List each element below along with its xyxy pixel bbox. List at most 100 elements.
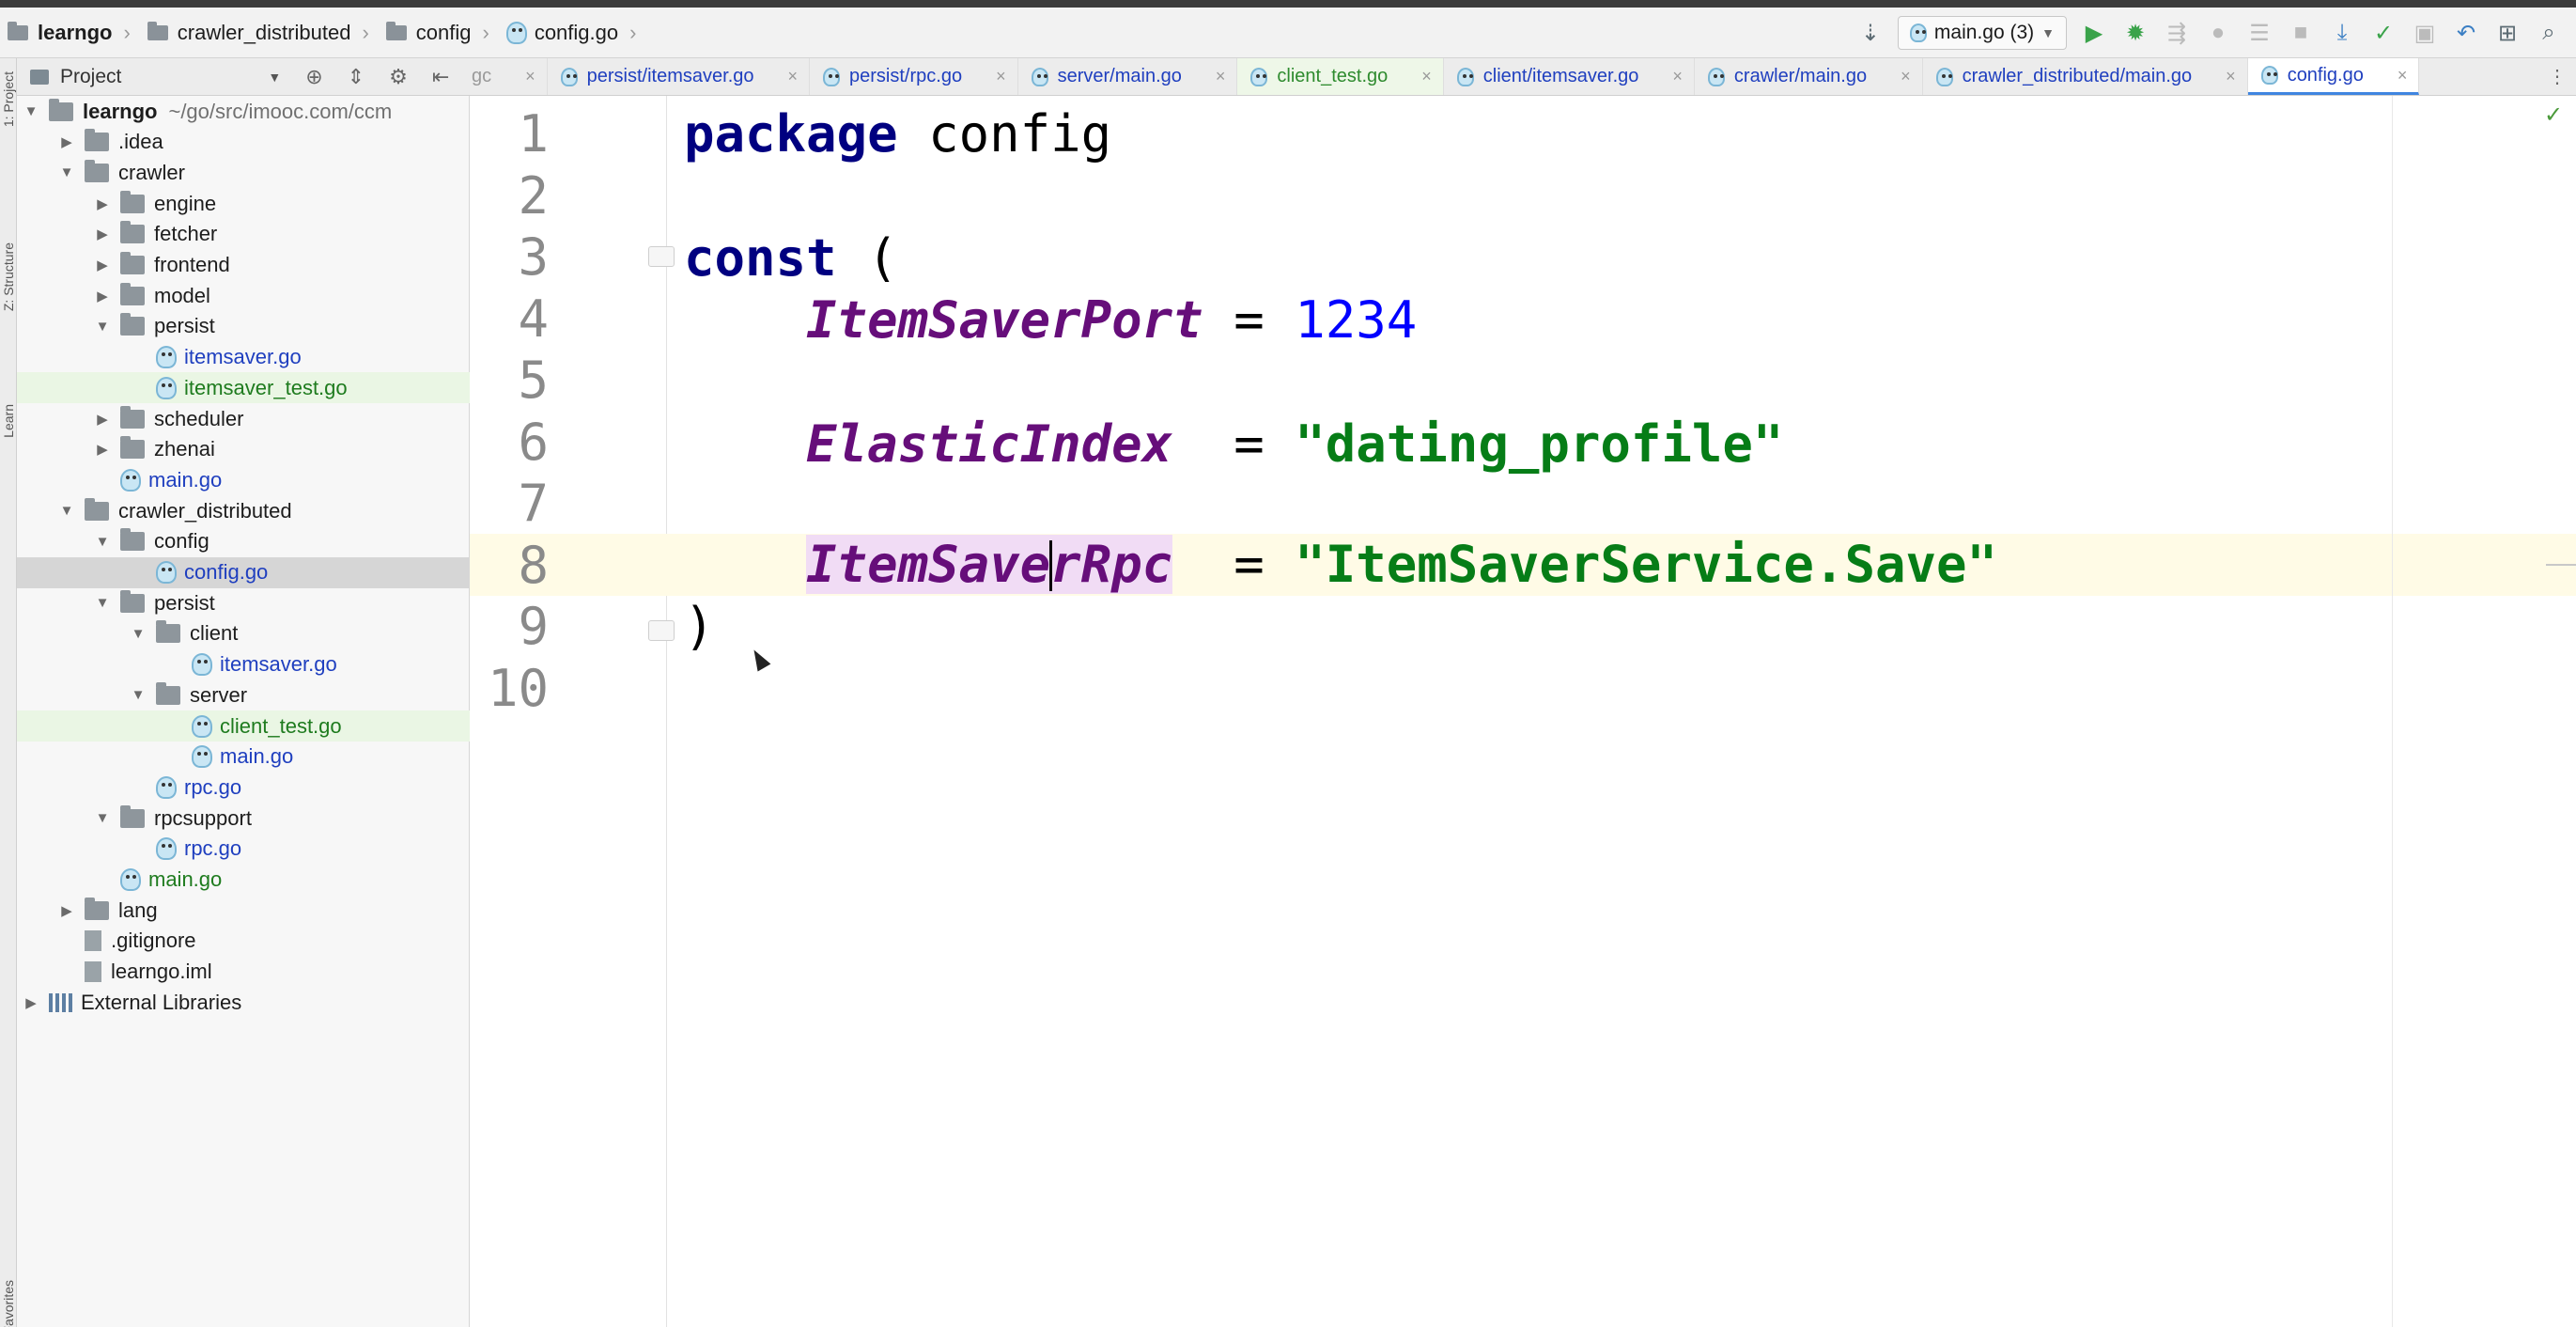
build-icon[interactable]: ⇣ [1856, 19, 1885, 47]
code-line-6[interactable]: ElasticIndex = "dating_profile" [684, 414, 1783, 476]
tree-item[interactable]: rpc.go [17, 834, 470, 865]
tree-item[interactable]: config.go [17, 556, 470, 588]
learn-tool-button[interactable]: Learn [1, 404, 16, 438]
tree-item[interactable]: ▶ lang [17, 895, 470, 926]
tree-item[interactable]: ▶ fetcher [17, 219, 470, 250]
close-icon[interactable]: × [1901, 67, 1911, 86]
editor-tab[interactable]: gc × [470, 58, 548, 95]
collapsed-arrow-icon[interactable]: ▶ [23, 994, 39, 1011]
editor-tab[interactable]: client/itemsaver.go × [1444, 58, 1695, 95]
tree-item[interactable]: learngo.iml [17, 957, 470, 988]
tabs-overflow-button[interactable]: ⋮ [2538, 58, 2576, 95]
tree-item[interactable]: ▼ client [17, 618, 470, 649]
collapsed-arrow-icon[interactable]: ▶ [94, 195, 111, 212]
expanded-arrow-icon[interactable]: ▼ [130, 626, 147, 642]
profile-icon[interactable]: ● [2204, 19, 2232, 47]
collapsed-arrow-icon[interactable]: ▶ [94, 257, 111, 273]
expanded-arrow-icon[interactable]: ▼ [94, 810, 111, 826]
collapsed-arrow-icon[interactable]: ▶ [94, 441, 111, 458]
tree-item[interactable]: ▼ server [17, 679, 470, 710]
chevron-down-icon[interactable]: ▼ [268, 70, 281, 85]
stop-icon[interactable]: ■ [2287, 19, 2315, 47]
tree-item[interactable]: ▼ learngo ~/go/src/imooc.com/ccm [17, 96, 470, 127]
expanded-arrow-icon[interactable]: ▼ [94, 595, 111, 611]
close-icon[interactable]: × [1216, 67, 1226, 86]
run-icon[interactable]: ▶ [2080, 19, 2108, 47]
fold-marker-icon[interactable] [648, 246, 675, 267]
tree-item[interactable]: client_test.go [17, 710, 470, 742]
tree-item[interactable]: rpc.go [17, 772, 470, 803]
editor-tab[interactable]: crawler_distributed/main.go × [1923, 58, 2248, 95]
project-panel-title[interactable]: Project [60, 66, 121, 88]
tree-item[interactable]: ▼ persist [17, 311, 470, 342]
expanded-arrow-icon[interactable]: ▼ [94, 319, 111, 335]
search-icon[interactable]: ⌕ [2535, 19, 2563, 47]
code-line-8[interactable]: ItemSaverRpc = "ItemSaverService.Save" [684, 534, 1997, 596]
structure-tool-button[interactable]: Z: Structure [1, 242, 16, 311]
inspection-ok-icon[interactable]: ✓ [2544, 101, 2563, 129]
tree-item[interactable]: ▼ crawler [17, 157, 470, 188]
tree-item[interactable]: ▶ scheduler [17, 403, 470, 434]
tree-item[interactable]: ▶ .idea [17, 127, 470, 158]
tree-item[interactable]: itemsaver_test.go [17, 372, 470, 404]
run-configuration-select[interactable]: main.go (3) ▼ [1897, 16, 2067, 50]
editor-tab[interactable]: persist/rpc.go × [810, 58, 1018, 95]
breadcrumb-item-config-go[interactable]: config.go › [499, 8, 646, 58]
expanded-arrow-icon[interactable]: ▼ [58, 164, 75, 180]
build-list-icon[interactable]: ☰ [2245, 19, 2273, 47]
close-icon[interactable]: × [996, 67, 1006, 86]
coverage-icon[interactable]: ⇶ [2163, 19, 2191, 47]
close-icon[interactable]: × [788, 67, 799, 86]
tree-item[interactable]: ▶ engine [17, 188, 470, 219]
debug-icon[interactable]: ✹ [2121, 19, 2149, 47]
favorites-tool-button[interactable]: Favorites [1, 1280, 16, 1327]
tree-item[interactable]: ▼ crawler_distributed [17, 495, 470, 526]
tree-item[interactable]: .gitignore [17, 926, 470, 957]
collapsed-arrow-icon[interactable]: ▶ [58, 902, 75, 919]
tree-item[interactable]: main.go [17, 865, 470, 896]
editor-tab[interactable]: server/main.go × [1018, 58, 1238, 95]
tree-item[interactable]: ▼ rpcsupport [17, 803, 470, 834]
collapse-all-icon[interactable]: ⇕ [348, 65, 365, 89]
tree-item[interactable]: itemsaver.go [17, 649, 470, 680]
tree-item[interactable]: ▶ model [17, 280, 470, 311]
expanded-arrow-icon[interactable]: ▼ [94, 534, 111, 550]
close-icon[interactable]: × [2398, 66, 2408, 86]
expanded-arrow-icon[interactable]: ▼ [58, 503, 75, 519]
editor-tab[interactable]: config.go × [2247, 58, 2420, 95]
tree-item[interactable]: main.go [17, 742, 470, 773]
expanded-arrow-icon[interactable]: ▼ [23, 103, 39, 119]
close-icon[interactable]: × [1421, 67, 1432, 86]
editor-tab[interactable]: client_test.go × [1237, 58, 1444, 95]
project-tool-button[interactable]: 1: Project [1, 71, 16, 127]
code-line-3[interactable]: const ( [684, 227, 898, 289]
vcs-commit-icon[interactable]: ✓ [2369, 19, 2398, 47]
vcs-update-icon[interactable]: ⤓ [2328, 19, 2356, 47]
tree-item[interactable]: ▶ frontend [17, 250, 470, 281]
project-structure-icon[interactable]: ⊞ [2493, 19, 2522, 47]
code-line-1[interactable]: package config [684, 103, 1111, 165]
tree-item[interactable]: ▼ config [17, 526, 470, 557]
gear-icon[interactable]: ⚙ [389, 65, 408, 89]
code-editor[interactable] [667, 96, 2576, 1327]
tree-item[interactable]: ▶ External Libraries [17, 987, 470, 1018]
vcs-history-icon[interactable]: ▣ [2411, 19, 2439, 47]
revert-icon[interactable]: ↶ [2452, 19, 2480, 47]
locate-icon[interactable]: ⊕ [305, 65, 322, 89]
hide-icon[interactable]: ⇤ [432, 65, 449, 89]
collapsed-arrow-icon[interactable]: ▶ [94, 226, 111, 242]
collapsed-arrow-icon[interactable]: ▶ [94, 288, 111, 304]
tree-item[interactable]: ▼ persist [17, 587, 470, 618]
expanded-arrow-icon[interactable]: ▼ [130, 687, 147, 703]
code-line-4[interactable]: ItemSaverPort = 1234 [684, 289, 1417, 351]
breadcrumb-item-config[interactable]: config › [379, 8, 499, 58]
editor-tab[interactable]: persist/itemsaver.go × [548, 58, 811, 95]
tree-item[interactable]: ▶ zhenai [17, 434, 470, 465]
fold-marker-icon[interactable] [648, 620, 675, 641]
close-icon[interactable]: × [525, 67, 535, 86]
collapsed-arrow-icon[interactable]: ▶ [58, 133, 75, 150]
collapsed-arrow-icon[interactable]: ▶ [94, 411, 111, 428]
editor-tab[interactable]: crawler/main.go × [1695, 58, 1923, 95]
breadcrumb-item-learngo[interactable]: learngo › [0, 8, 140, 58]
close-icon[interactable]: × [2226, 67, 2236, 86]
